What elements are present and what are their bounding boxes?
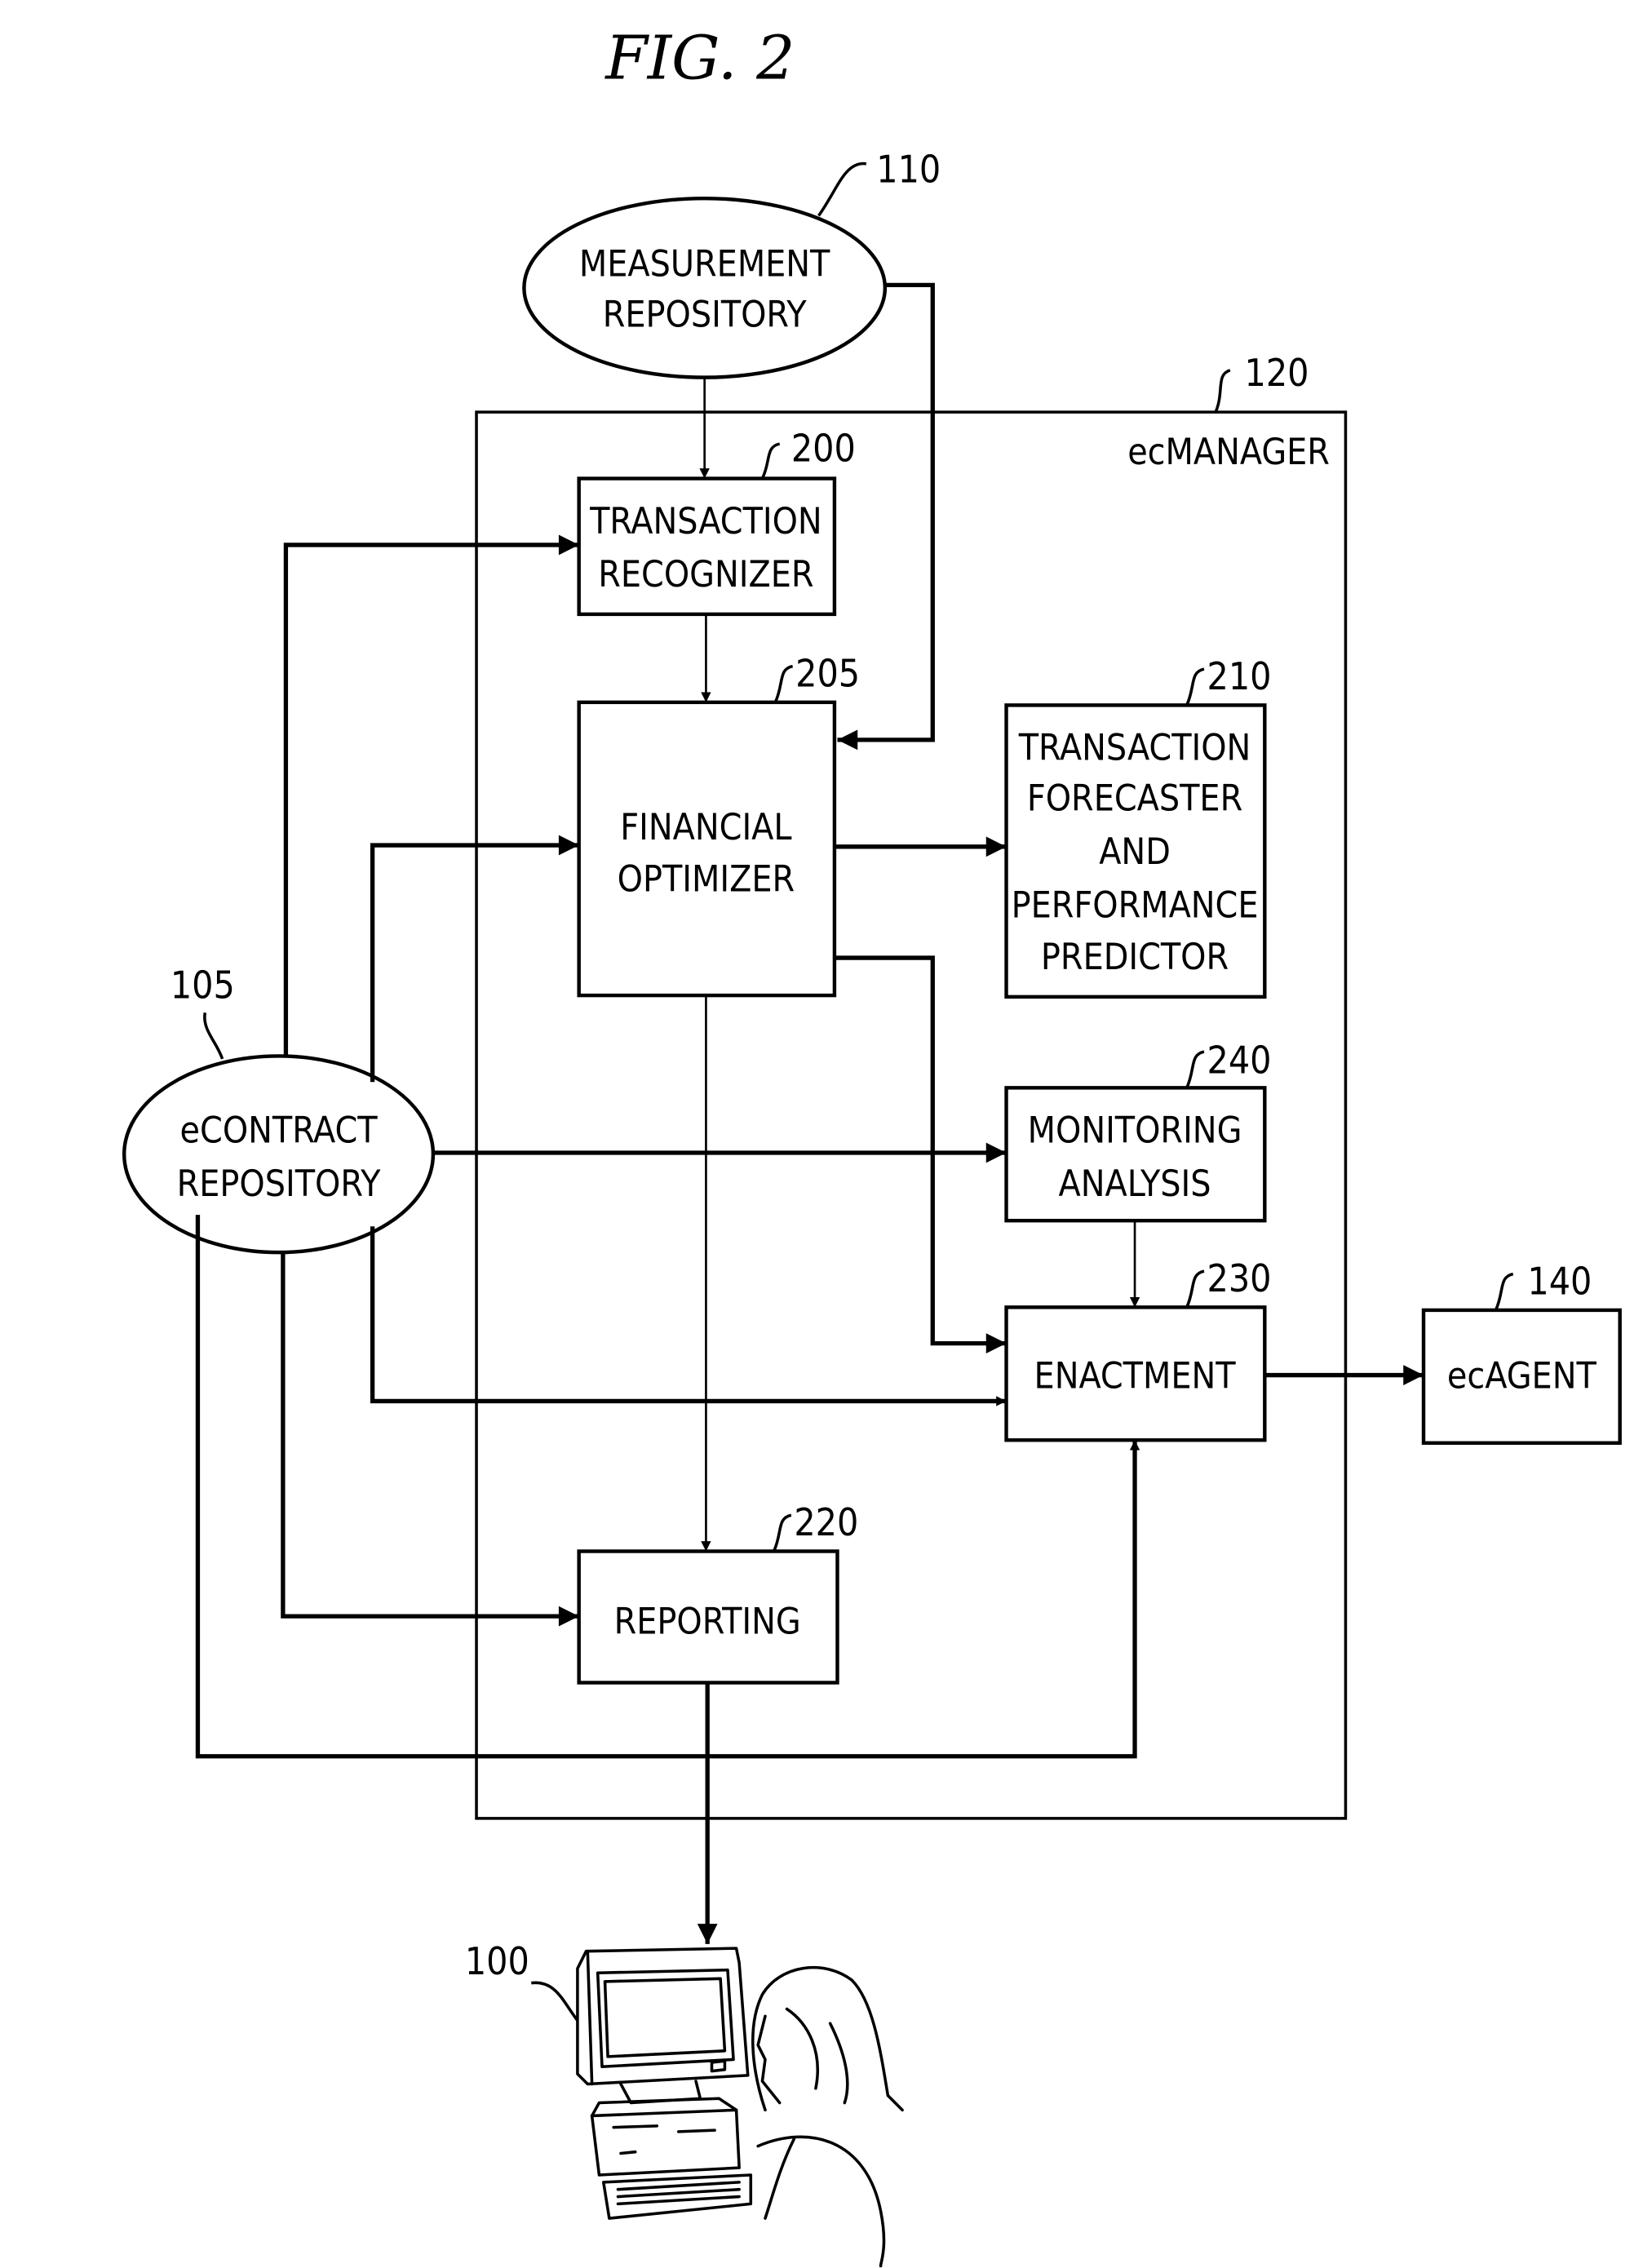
arrow-optimizer-to-enactment <box>834 955 1007 1354</box>
arrow-econtract-to-enactment <box>370 1226 1007 1406</box>
node-text: ANALYSIS <box>1059 1163 1211 1205</box>
node-text: REPOSITORY <box>177 1163 382 1205</box>
ref-120: 120 <box>1245 351 1309 395</box>
measurement-repository-node[interactable]: MEASUREMENT REPOSITORY 110 <box>522 148 941 379</box>
node-text: ENACTMENT <box>1034 1355 1237 1397</box>
ref-205: 205 <box>795 651 860 695</box>
ref-200: 200 <box>791 426 856 470</box>
arrow-econtract-to-reporting <box>281 1252 579 1627</box>
node-text: FINANCIAL <box>620 807 791 848</box>
transaction-forecaster-node[interactable]: TRANSACTION FORECASTER AND PERFORMANCE P… <box>1004 654 1272 999</box>
ref-105: 105 <box>170 963 235 1008</box>
node-text: FORECASTER <box>1027 778 1242 820</box>
node-text: TRANSACTION <box>1018 728 1251 769</box>
computer-icon <box>576 1947 753 2220</box>
node-text: PERFORMANCE <box>1012 885 1259 927</box>
diagram-canvas: FIG. 2 ecMANAGER 120 MEASUREMENT REPOSIT… <box>122 22 1622 2268</box>
ecmanager-label: ecMANAGER <box>1127 432 1330 473</box>
reporting-node[interactable]: REPORTING 220 <box>577 1500 859 1685</box>
ref-110: 110 <box>876 148 941 192</box>
node-text: RECOGNIZER <box>598 554 813 596</box>
node-text: OPTIMIZER <box>618 859 795 901</box>
node-text: eCONTRACT <box>180 1110 379 1152</box>
ref-100: 100 <box>465 1939 529 1983</box>
ecagent-node[interactable]: ecAGENT 140 <box>1421 1259 1622 1445</box>
ref-230: 230 <box>1207 1256 1272 1300</box>
node-text: REPOSITORY <box>603 295 808 336</box>
node-text: PREDICTOR <box>1041 937 1229 978</box>
node-text: REPORTING <box>614 1601 801 1642</box>
ref-220: 220 <box>794 1500 858 1544</box>
monitoring-analysis-node[interactable]: MONITORING ANALYSIS 240 <box>1004 1039 1272 1223</box>
user-terminal-illustration: 100 <box>465 1939 904 2268</box>
node-text: ecAGENT <box>1447 1355 1597 1397</box>
econtract-repository-node[interactable]: eCONTRACT REPOSITORY 105 <box>122 963 436 1255</box>
enactment-node[interactable]: ENACTMENT 230 <box>1004 1256 1272 1442</box>
node-text: MEASUREMENT <box>579 244 830 286</box>
arrow-econtract-to-recognizer <box>283 534 579 1058</box>
node-text: AND <box>1099 831 1171 873</box>
ref-140: 140 <box>1527 1259 1592 1303</box>
ref-240: 240 <box>1207 1039 1272 1083</box>
node-text: MONITORING <box>1028 1110 1242 1152</box>
node-text: TRANSACTION <box>589 501 822 543</box>
transaction-recognizer-node[interactable]: TRANSACTION RECOGNIZER 200 <box>577 426 856 617</box>
user-person-icon <box>751 1965 904 2268</box>
financial-optimizer-node[interactable]: FINANCIAL OPTIMIZER 205 <box>577 651 860 998</box>
ref-210: 210 <box>1207 654 1272 698</box>
figure-title: FIG. 2 <box>604 22 795 93</box>
